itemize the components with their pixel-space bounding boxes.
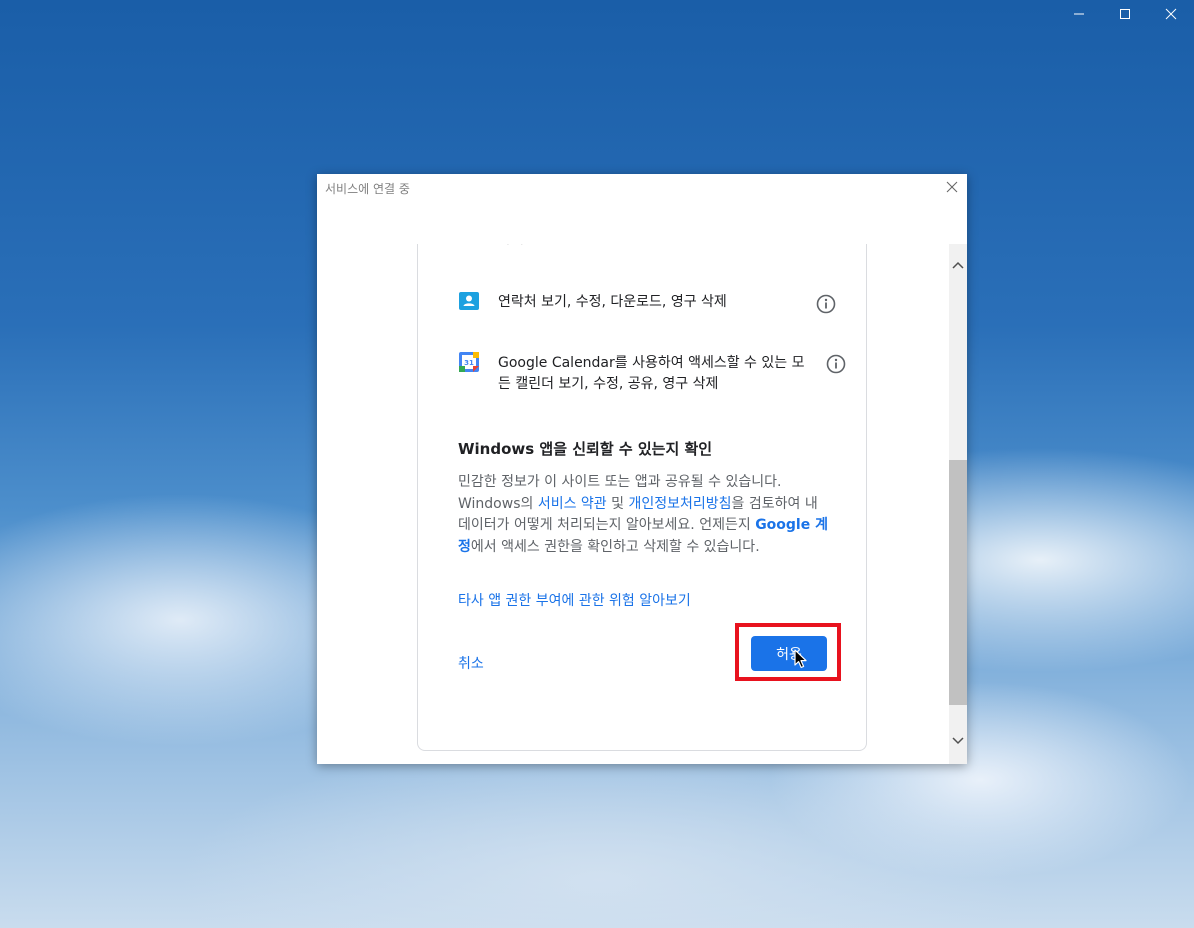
chevron-down-icon [952,737,964,745]
close-window-button[interactable] [1148,0,1194,28]
terms-of-service-link[interactable]: 서비스 약관 [538,496,607,512]
permission-item-contacts: 연락처 보기, 수정, 다운로드, 영구 삭제 [458,292,848,313]
window-controls [1056,0,1194,28]
minimize-icon [1074,13,1084,15]
maximize-button[interactable] [1102,0,1148,28]
chevron-up-icon [952,261,964,269]
cancel-button[interactable]: 취소 [458,653,484,673]
close-icon [1165,8,1177,20]
scroll-up-button[interactable] [949,256,967,274]
dialog-close-button[interactable] [943,178,961,196]
minimize-button[interactable] [1056,0,1102,28]
info-icon[interactable] [816,294,836,314]
calendar-day-label: 31 [464,359,474,367]
trust-section-title: Windows 앱을 신뢰할 수 있는지 확인 [458,440,713,458]
clipped-permission-text: 삭제 [498,244,524,248]
info-icon[interactable] [826,354,846,374]
scrollbar-thumb[interactable] [949,460,967,705]
permission-text: 연락처 보기, 수정, 다운로드, 영구 삭제 [498,294,727,310]
body-text: 에서 액세스 권한을 확인하고 삭제할 수 있습니다. [470,538,760,555]
dialog-scrollbar[interactable] [949,244,967,764]
consent-card: 삭제 연락처 보기, 수정, 다운로드, 영구 삭제 [417,244,867,751]
dialog-content: 삭제 연락처 보기, 수정, 다운로드, 영구 삭제 [317,244,949,764]
allow-button[interactable]: 허용 [751,636,827,671]
maximize-icon [1120,9,1130,19]
connect-service-dialog: 서비스에 연결 중 삭제 연락처 보기, 수정, 다운로드, 영구 삭제 [317,174,967,764]
contacts-icon [459,292,479,310]
privacy-policy-link[interactable]: 개인정보처리방침 [628,496,731,512]
dialog-title: 서비스에 연결 중 [325,182,410,196]
body-text: 및 [606,495,629,512]
scroll-down-button[interactable] [949,732,967,750]
mouse-cursor-icon [794,649,807,669]
permission-text: Google Calendar를 사용하여 액세스할 수 있는 모든 캘린더 보… [498,355,805,392]
permission-item-calendar: 31 Google Calendar를 사용하여 액세스할 수 있는 모든 캘린… [458,352,848,395]
third-party-risk-link[interactable]: 타사 앱 권한 부여에 관한 위험 알아보기 [458,590,691,610]
close-icon [946,181,958,193]
google-calendar-icon: 31 [459,352,479,372]
trust-section-body: 민감한 정보가 이 사이트 또는 앱과 공유될 수 있습니다. Windows의… [458,472,828,558]
